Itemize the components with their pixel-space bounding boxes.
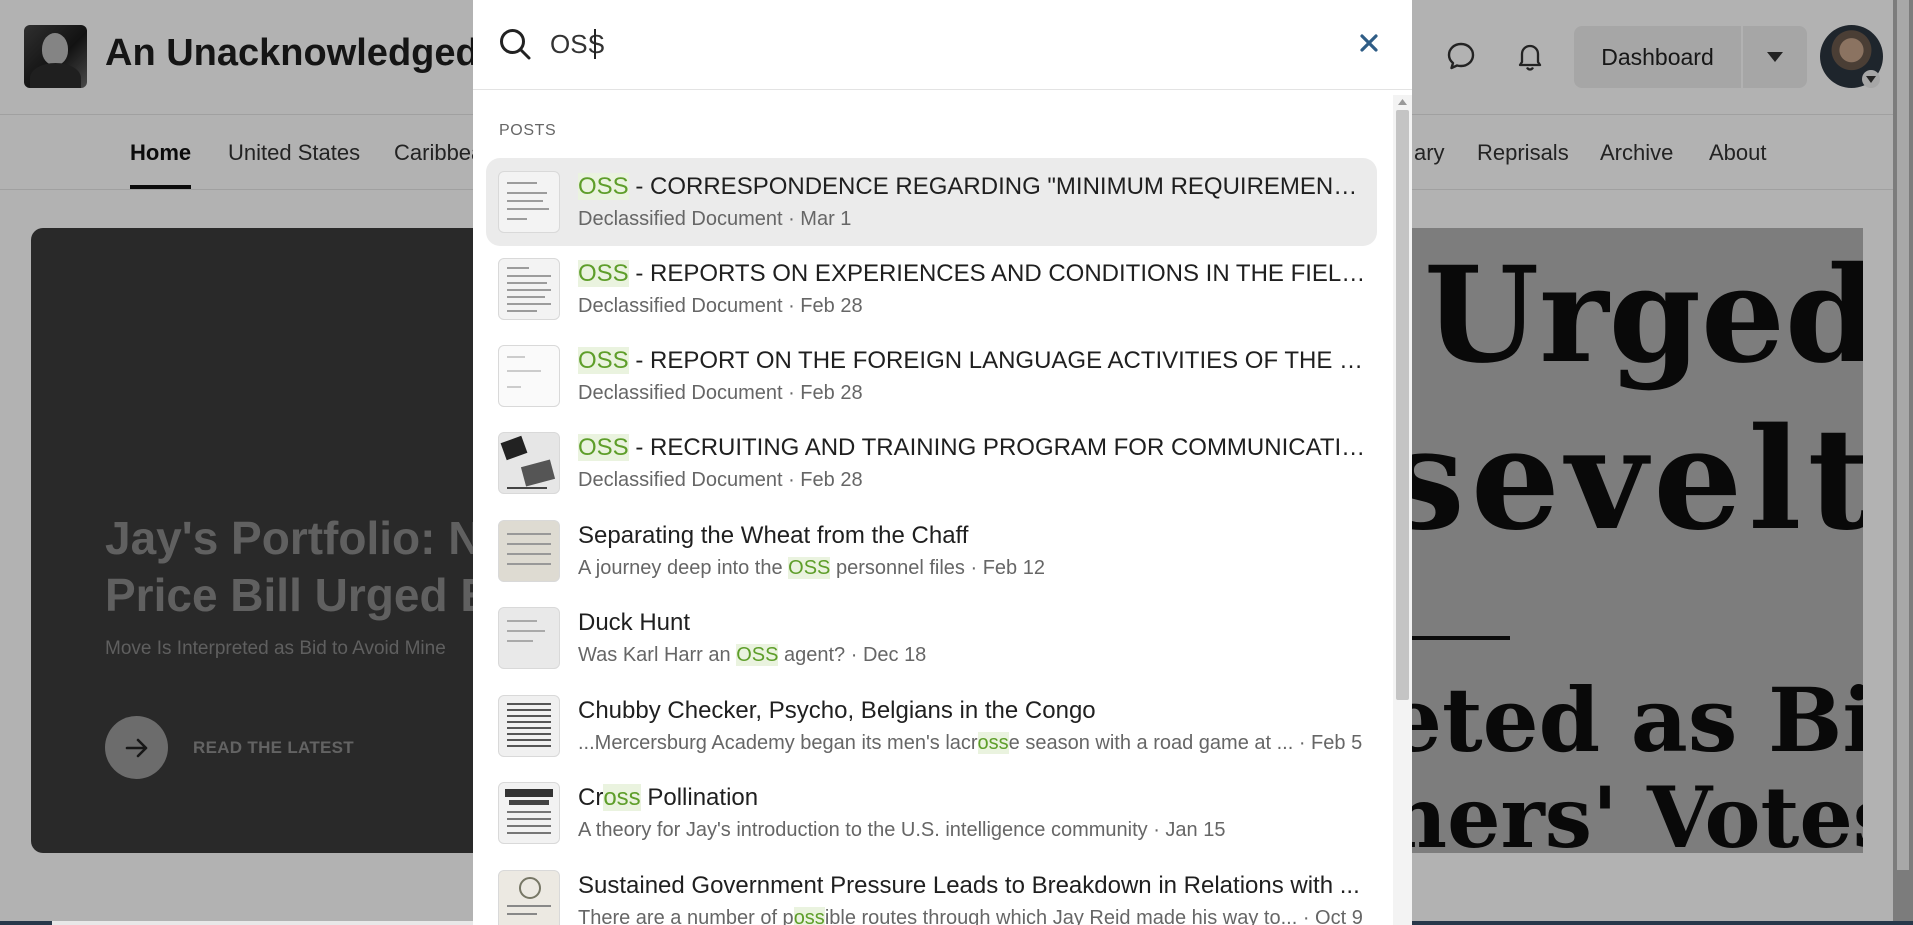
result-meta-highlight: OSS (788, 557, 831, 579)
results-scrollbar-thumb[interactable] (1396, 110, 1409, 700)
result-title-highlight: OSS (578, 173, 629, 200)
result-title-highlight: OSS (578, 434, 629, 461)
result-title-text: - CORRESPONDENCE REGARDING "MINIMUM REQU… (628, 173, 1368, 200)
scroll-up-arrow-icon[interactable] (1396, 96, 1409, 108)
search-result-item[interactable]: Separating the Wheat from the Chaff A jo… (486, 507, 1377, 595)
result-title-highlight: OSS (578, 260, 629, 287)
search-result-item[interactable]: Duck Hunt Was Karl Harr an OSS agent? · … (486, 594, 1377, 682)
text-cursor (594, 29, 596, 59)
result-meta: Declassified Document · Feb 28 (578, 295, 863, 317)
result-thumbnail (498, 695, 560, 757)
page-scrollbar-thumb[interactable] (1897, 0, 1909, 870)
result-meta-highlight: oss (977, 732, 1009, 754)
result-meta: Was Karl Harr an OSS agent? · Dec 18 (578, 644, 1368, 667)
result-title-highlight: oss (603, 784, 641, 811)
result-meta-text: A journey deep into the (578, 557, 789, 579)
result-title: OSS - RECRUITING AND TRAINING PROGRAM FO… (578, 434, 1368, 462)
result-meta: A theory for Jay's introduction to the U… (578, 819, 1226, 841)
result-title: Cross Pollination (578, 784, 1368, 812)
result-thumbnail (498, 345, 560, 407)
result-meta: ...Mercersburg Academy began its men's l… (578, 732, 1368, 755)
result-thumbnail (498, 782, 560, 844)
result-title-text: Pollination (640, 784, 759, 811)
result-meta: Declassified Document · Feb 28 (578, 382, 863, 404)
result-meta-text: personnel files · Feb 12 (830, 557, 1045, 579)
result-meta: A journey deep into the OSS personnel fi… (578, 557, 1368, 580)
result-thumbnail (498, 258, 560, 320)
result-meta: Declassified Document · Mar 1 (578, 208, 852, 230)
result-title: OSS - REPORTS ON EXPERIENCES AND CONDITI… (578, 260, 1368, 288)
result-title: Chubby Checker, Psycho, Belgians in the … (578, 697, 1096, 724)
search-result-item[interactable]: OSS - REPORTS ON EXPERIENCES AND CONDITI… (486, 245, 1377, 333)
search-modal: POSTS OSS - CORRESPONDENCE REGARDING "MI… (473, 0, 1412, 925)
result-thumbnail (498, 870, 560, 925)
search-icon (500, 29, 531, 60)
result-title-text: - REPORTS ON EXPERIENCES AND CONDITIONS … (628, 260, 1368, 287)
result-meta-highlight: OSS (736, 644, 779, 666)
search-result-item[interactable]: Sustained Government Pressure Leads to B… (486, 857, 1377, 925)
result-meta-text: ible routes through which Jay Reid made … (824, 907, 1363, 925)
result-meta-text: e season with a road game at ... · Feb 5 (1008, 732, 1363, 754)
result-title-text: - RECRUITING AND TRAINING PROGRAM FOR CO… (628, 434, 1368, 461)
search-result-item[interactable]: OSS - REPORT ON THE FOREIGN LANGUAGE ACT… (486, 332, 1377, 420)
result-thumbnail (498, 171, 560, 233)
result-title-highlight: OSS (578, 347, 629, 374)
result-title: Sustained Government Pressure Leads to B… (578, 872, 1360, 899)
result-meta-text: Was Karl Harr an (578, 644, 737, 666)
result-meta-highlight: oss (793, 907, 825, 925)
result-title: OSS - CORRESPONDENCE REGARDING "MINIMUM … (578, 173, 1368, 201)
search-result-item[interactable]: OSS - CORRESPONDENCE REGARDING "MINIMUM … (486, 158, 1377, 246)
result-title: OSS - REPORT ON THE FOREIGN LANGUAGE ACT… (578, 347, 1368, 375)
result-thumbnail (498, 520, 560, 582)
search-result-item[interactable]: Chubby Checker, Psycho, Belgians in the … (486, 682, 1377, 770)
result-thumbnail (498, 432, 560, 494)
result-meta-text: agent? · Dec 18 (778, 644, 927, 666)
result-title-text: Cr (578, 784, 604, 811)
section-label-posts: POSTS (499, 122, 557, 139)
bottom-strip-segment (52, 921, 482, 925)
result-title-text: - REPORT ON THE FOREIGN LANGUAGE ACTIVIT… (628, 347, 1368, 374)
result-meta-text: ...Mercersburg Academy began its men's l… (578, 732, 978, 754)
result-meta-text: There are a number of p (578, 907, 794, 925)
search-result-item[interactable]: Cross Pollination A theory for Jay's int… (486, 769, 1377, 857)
result-title: Separating the Wheat from the Chaff (578, 522, 969, 549)
result-thumbnail (498, 607, 560, 669)
search-bar (473, 0, 1412, 90)
result-meta: There are a number of possible routes th… (578, 907, 1368, 925)
search-result-item[interactable]: OSS - RECRUITING AND TRAINING PROGRAM FO… (486, 419, 1377, 507)
search-input[interactable] (550, 24, 1310, 64)
close-icon[interactable] (1356, 30, 1382, 56)
result-title: Duck Hunt (578, 609, 691, 636)
result-meta: Declassified Document · Feb 28 (578, 469, 863, 491)
